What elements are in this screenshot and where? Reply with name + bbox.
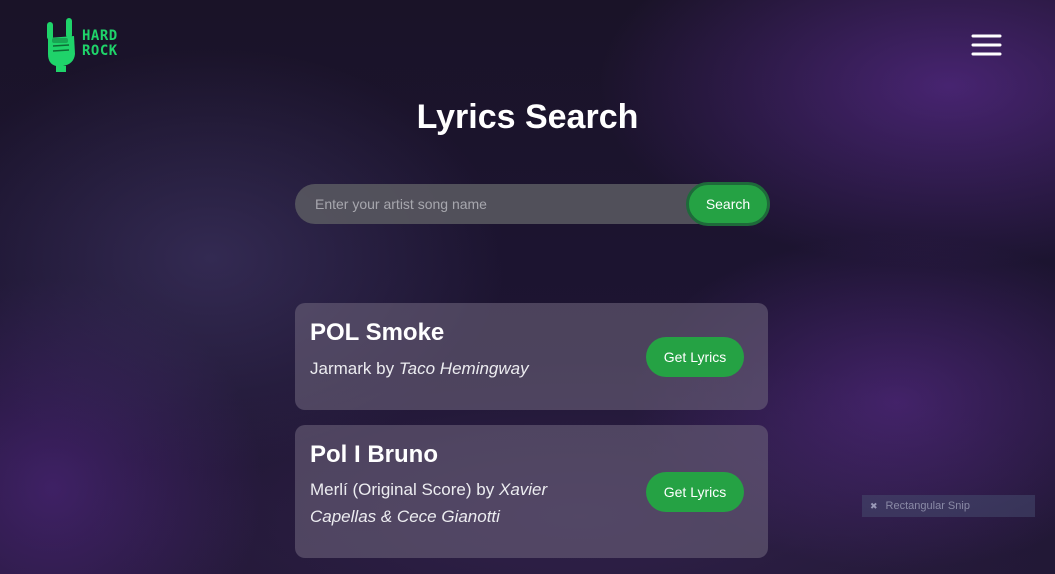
menu-button[interactable] <box>970 33 1002 57</box>
search-button[interactable]: Search <box>686 182 770 226</box>
logo-line-2: ROCK <box>82 43 118 59</box>
result-subtitle: Jarmark by Taco Hemingway <box>310 355 570 382</box>
result-card: POL Smoke Jarmark by Taco Hemingway Get … <box>295 303 768 410</box>
result-subtitle: Merlí (Original Score) by Xavier Capella… <box>310 476 560 530</box>
snip-icon: ✖ <box>870 500 878 511</box>
logo-text: HARD ROCK <box>82 29 118 59</box>
logo-line-1: HARD <box>82 28 118 44</box>
result-card: Pol I Bruno Merlí (Original Score) by Xa… <box>295 425 768 558</box>
result-by: by <box>476 480 495 499</box>
result-title: Pol I Bruno <box>310 441 438 468</box>
page-title: Lyrics Search <box>416 98 639 136</box>
result-title: POL Smoke <box>310 319 445 346</box>
logo[interactable]: HARD ROCK <box>44 16 118 72</box>
result-song: Jarmark <box>310 359 372 378</box>
result-by: by <box>376 359 395 378</box>
result-song: Merlí (Original Score) <box>310 480 472 499</box>
snip-overlay[interactable]: ✖ Rectangular Snip <box>862 495 1035 517</box>
result-artist: Taco Hemingway <box>398 359 529 378</box>
hamburger-menu-icon <box>971 34 1002 56</box>
rock-hand-icon <box>47 18 75 72</box>
get-lyrics-button[interactable]: Get Lyrics <box>646 337 744 377</box>
search-input[interactable] <box>295 184 685 224</box>
get-lyrics-button[interactable]: Get Lyrics <box>646 472 744 512</box>
snip-label: Rectangular Snip <box>885 500 970 512</box>
